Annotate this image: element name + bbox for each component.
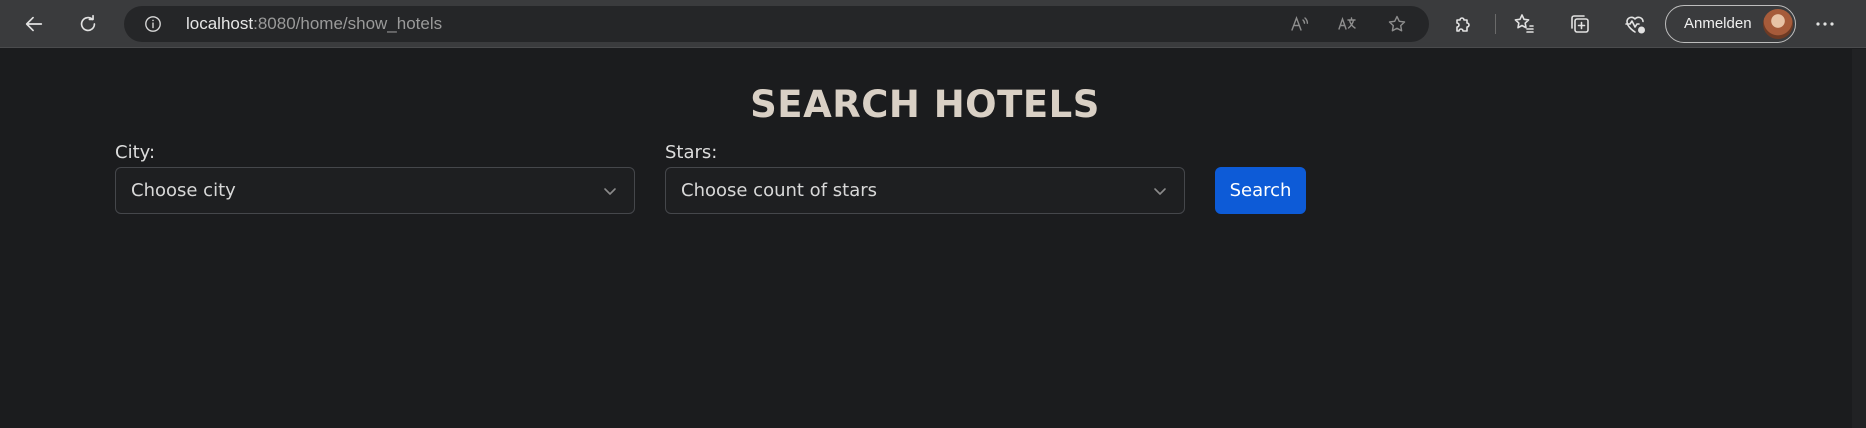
browser-toolbar: localhost:8080/home/show_hotels Anmelden xyxy=(0,0,1866,48)
url-text[interactable]: localhost:8080/home/show_hotels xyxy=(186,6,442,42)
arrow-left-icon xyxy=(25,16,43,32)
stars-select[interactable]: Choose count of stars xyxy=(665,167,1185,214)
heart-pulse-icon[interactable] xyxy=(1623,12,1647,36)
page-content: SEARCH HOTELS City: Choose city Stars: C… xyxy=(0,49,1866,428)
chevron-down-icon xyxy=(1154,188,1166,195)
profile-signin-button[interactable]: Anmelden xyxy=(1665,5,1796,43)
city-select-value: Choose city xyxy=(131,180,236,201)
refresh-icon xyxy=(80,14,96,32)
url-path: :8080/home/show_hotels xyxy=(253,14,443,33)
puzzle-icon[interactable] xyxy=(1452,12,1476,36)
avatar xyxy=(1763,9,1793,39)
page-title: SEARCH HOTELS xyxy=(750,83,1100,126)
favorites-icon[interactable] xyxy=(1512,12,1536,36)
stars-select-value: Choose count of stars xyxy=(681,180,877,201)
info-icon[interactable] xyxy=(144,15,162,33)
toolbar-divider xyxy=(1495,14,1496,34)
reload-button[interactable] xyxy=(70,6,106,42)
search-button[interactable]: Search xyxy=(1215,167,1306,214)
city-select[interactable]: Choose city xyxy=(115,167,635,214)
address-bar[interactable]: localhost:8080/home/show_hotels xyxy=(124,6,1429,42)
stars-label: Stars: xyxy=(665,142,718,163)
chevron-down-icon xyxy=(604,188,616,195)
star-icon[interactable] xyxy=(1387,14,1407,34)
back-button[interactable] xyxy=(16,6,52,42)
translate-icon[interactable] xyxy=(1337,14,1357,34)
scrollbar[interactable] xyxy=(1852,49,1866,428)
collections-icon[interactable] xyxy=(1568,12,1592,36)
city-label: City: xyxy=(115,142,156,163)
signin-label: Anmelden xyxy=(1684,15,1752,32)
url-host: localhost xyxy=(186,14,254,33)
read-aloud-icon[interactable] xyxy=(1289,14,1309,34)
more-icon[interactable] xyxy=(1813,12,1837,36)
